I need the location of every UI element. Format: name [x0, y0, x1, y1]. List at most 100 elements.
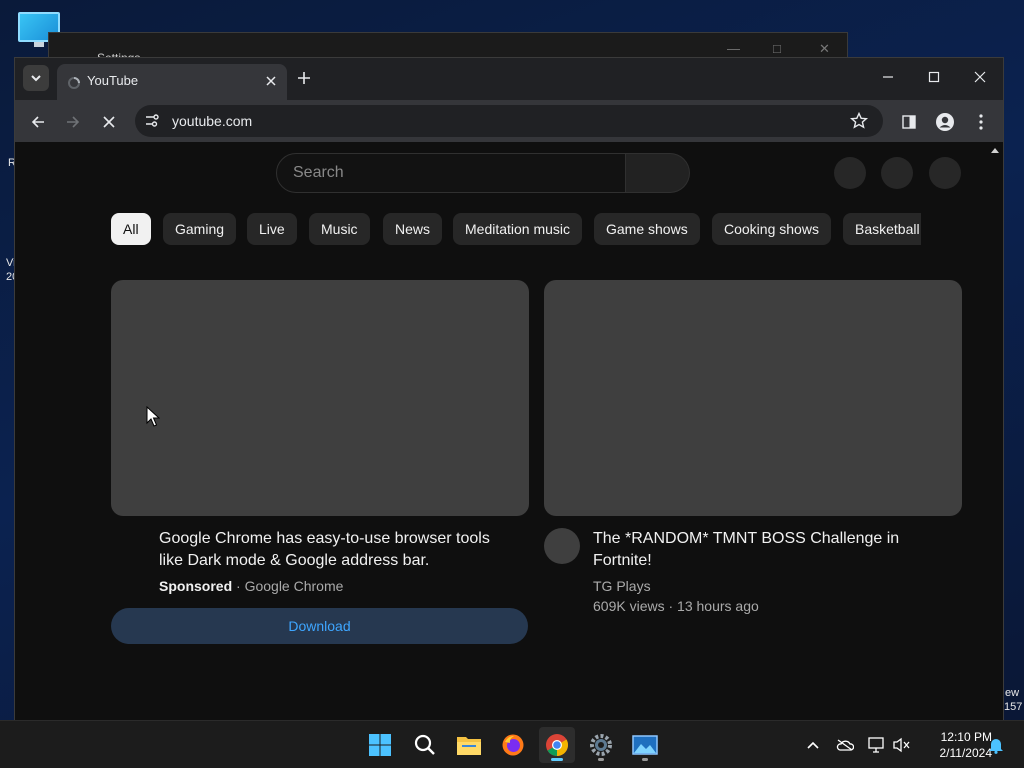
chip-live[interactable]: Live: [247, 213, 297, 245]
filter-chips: All Gaming Live Music News Meditation mu…: [111, 213, 921, 245]
show-hidden-icons-button[interactable]: [803, 735, 823, 755]
channel-avatar[interactable]: [544, 528, 580, 564]
mouse-cursor-icon: [146, 406, 160, 427]
video-stats: 609K views · 13 hours ago: [593, 598, 759, 614]
chevron-up-icon: [807, 741, 819, 749]
close-button[interactable]: [965, 66, 995, 88]
channel-name[interactable]: TG Plays: [593, 578, 651, 594]
side-panel-icon: [902, 115, 916, 129]
meta-separator: ·: [232, 578, 245, 594]
header-placeholder-button[interactable]: [929, 157, 961, 189]
image-viewer-icon: [632, 735, 658, 755]
sponsored-label: Sponsored: [159, 578, 233, 594]
arrow-left-icon: [31, 116, 44, 128]
new-tab-button[interactable]: [297, 68, 311, 91]
back-button[interactable]: [25, 109, 51, 135]
start-icon: [369, 734, 391, 756]
onedrive-button[interactable]: [835, 735, 855, 755]
minimize-button[interactable]: [873, 66, 903, 88]
ad-meta: Sponsored · Google Chrome: [159, 578, 343, 594]
header-placeholder-button[interactable]: [834, 157, 866, 189]
clock-date: 2/11/2024: [939, 746, 993, 760]
more-vertical-icon: [979, 114, 983, 130]
chip-cooking-shows[interactable]: Cooking shows: [712, 213, 831, 245]
chip-meditation-music[interactable]: Meditation music: [453, 213, 583, 245]
settings-icon: [590, 734, 612, 756]
profile-icon: [936, 113, 954, 131]
tab-title: YouTube: [87, 73, 139, 88]
taskbar-clock[interactable]: 12:10 PM 2/11/2024: [916, 729, 993, 761]
notifications-button[interactable]: [986, 735, 1006, 755]
volume-muted-icon: [893, 737, 910, 753]
stop-loading-button[interactable]: [96, 109, 122, 135]
header-placeholder-button[interactable]: [881, 157, 913, 189]
arrow-right-icon: [67, 116, 80, 128]
browser-toolbar: youtube.com: [15, 100, 1003, 142]
ad-thumbnail[interactable]: [111, 280, 529, 516]
open-app-indicator: [642, 758, 648, 761]
taskbar: 12:10 PM 2/11/2024: [0, 720, 1024, 768]
firefox-button[interactable]: [495, 727, 531, 763]
chip-basketball[interactable]: Basketball: [843, 213, 921, 245]
network-button[interactable]: [867, 735, 887, 755]
video-thumbnail[interactable]: [544, 280, 962, 516]
chip-music[interactable]: Music: [309, 213, 370, 245]
close-icon[interactable]: ✕: [819, 41, 830, 57]
tab-strip: YouTube: [15, 58, 1003, 100]
chrome-menu-button[interactable]: [968, 109, 994, 135]
tab-search-button[interactable]: [23, 65, 49, 91]
tab-youtube[interactable]: YouTube: [57, 64, 287, 100]
volume-button[interactable]: [892, 735, 912, 755]
youtube-page: Search All Gaming Live Music News Medita…: [15, 142, 1003, 720]
chip-game-shows[interactable]: Game shows: [594, 213, 700, 245]
clock-time: 12:10 PM: [940, 730, 992, 744]
site-info-icon[interactable]: [143, 112, 161, 130]
advertiser-name[interactable]: Google Chrome: [245, 578, 344, 594]
settings-taskbar-button[interactable]: [583, 727, 619, 763]
taskbar-search-button[interactable]: [407, 727, 443, 763]
search-icon: [414, 734, 435, 755]
video-title[interactable]: The *RANDOM* TMNT BOSS Challenge in Fort…: [593, 528, 933, 572]
youtube-search-button[interactable]: [626, 153, 690, 193]
chip-gaming[interactable]: Gaming: [163, 213, 237, 245]
download-button[interactable]: Download: [111, 608, 528, 644]
minimize-icon[interactable]: —: [727, 41, 740, 56]
url-text[interactable]: youtube.com: [172, 113, 252, 129]
profile-button[interactable]: [932, 109, 958, 135]
bell-icon: [989, 739, 1003, 754]
firefox-icon: [502, 734, 524, 756]
maximize-button[interactable]: [919, 66, 949, 88]
tab-close-button[interactable]: [262, 72, 280, 90]
youtube-search-input[interactable]: Search: [276, 153, 626, 193]
close-icon: [974, 71, 986, 83]
chip-all[interactable]: All: [111, 213, 151, 245]
loading-spinner-icon: [68, 77, 80, 89]
open-app-indicator: [598, 758, 604, 761]
file-explorer-button[interactable]: [451, 727, 487, 763]
address-bar[interactable]: youtube.com: [135, 105, 883, 137]
scroll-up-icon[interactable]: [990, 146, 1000, 154]
active-app-indicator: [551, 758, 563, 761]
file-explorer-icon: [457, 737, 481, 755]
search-placeholder: Search: [293, 164, 344, 181]
bookmark-star-icon[interactable]: [849, 111, 869, 131]
chip-news[interactable]: News: [383, 213, 443, 245]
chevron-down-icon: [31, 75, 41, 82]
network-icon: [868, 737, 884, 753]
maximize-icon[interactable]: □: [773, 41, 781, 56]
desktop-edge-text: 157: [1004, 701, 1023, 713]
chrome-taskbar-button[interactable]: [539, 727, 575, 763]
close-icon: [103, 116, 115, 128]
chrome-window: YouTube youtube.com Search All Gaming Li…: [14, 57, 1004, 720]
ad-title[interactable]: Google Chrome has easy-to-use browser to…: [159, 528, 509, 572]
photos-taskbar-button[interactable]: [627, 727, 663, 763]
start-button[interactable]: [362, 727, 398, 763]
maximize-icon: [928, 71, 940, 83]
forward-button[interactable]: [60, 109, 86, 135]
desktop-edge-text: ew: [1005, 687, 1020, 699]
close-icon: [266, 76, 276, 86]
side-panel-button[interactable]: [896, 109, 922, 135]
onedrive-icon: [836, 739, 854, 751]
chrome-icon: [546, 734, 568, 756]
minimize-icon: [883, 76, 893, 78]
